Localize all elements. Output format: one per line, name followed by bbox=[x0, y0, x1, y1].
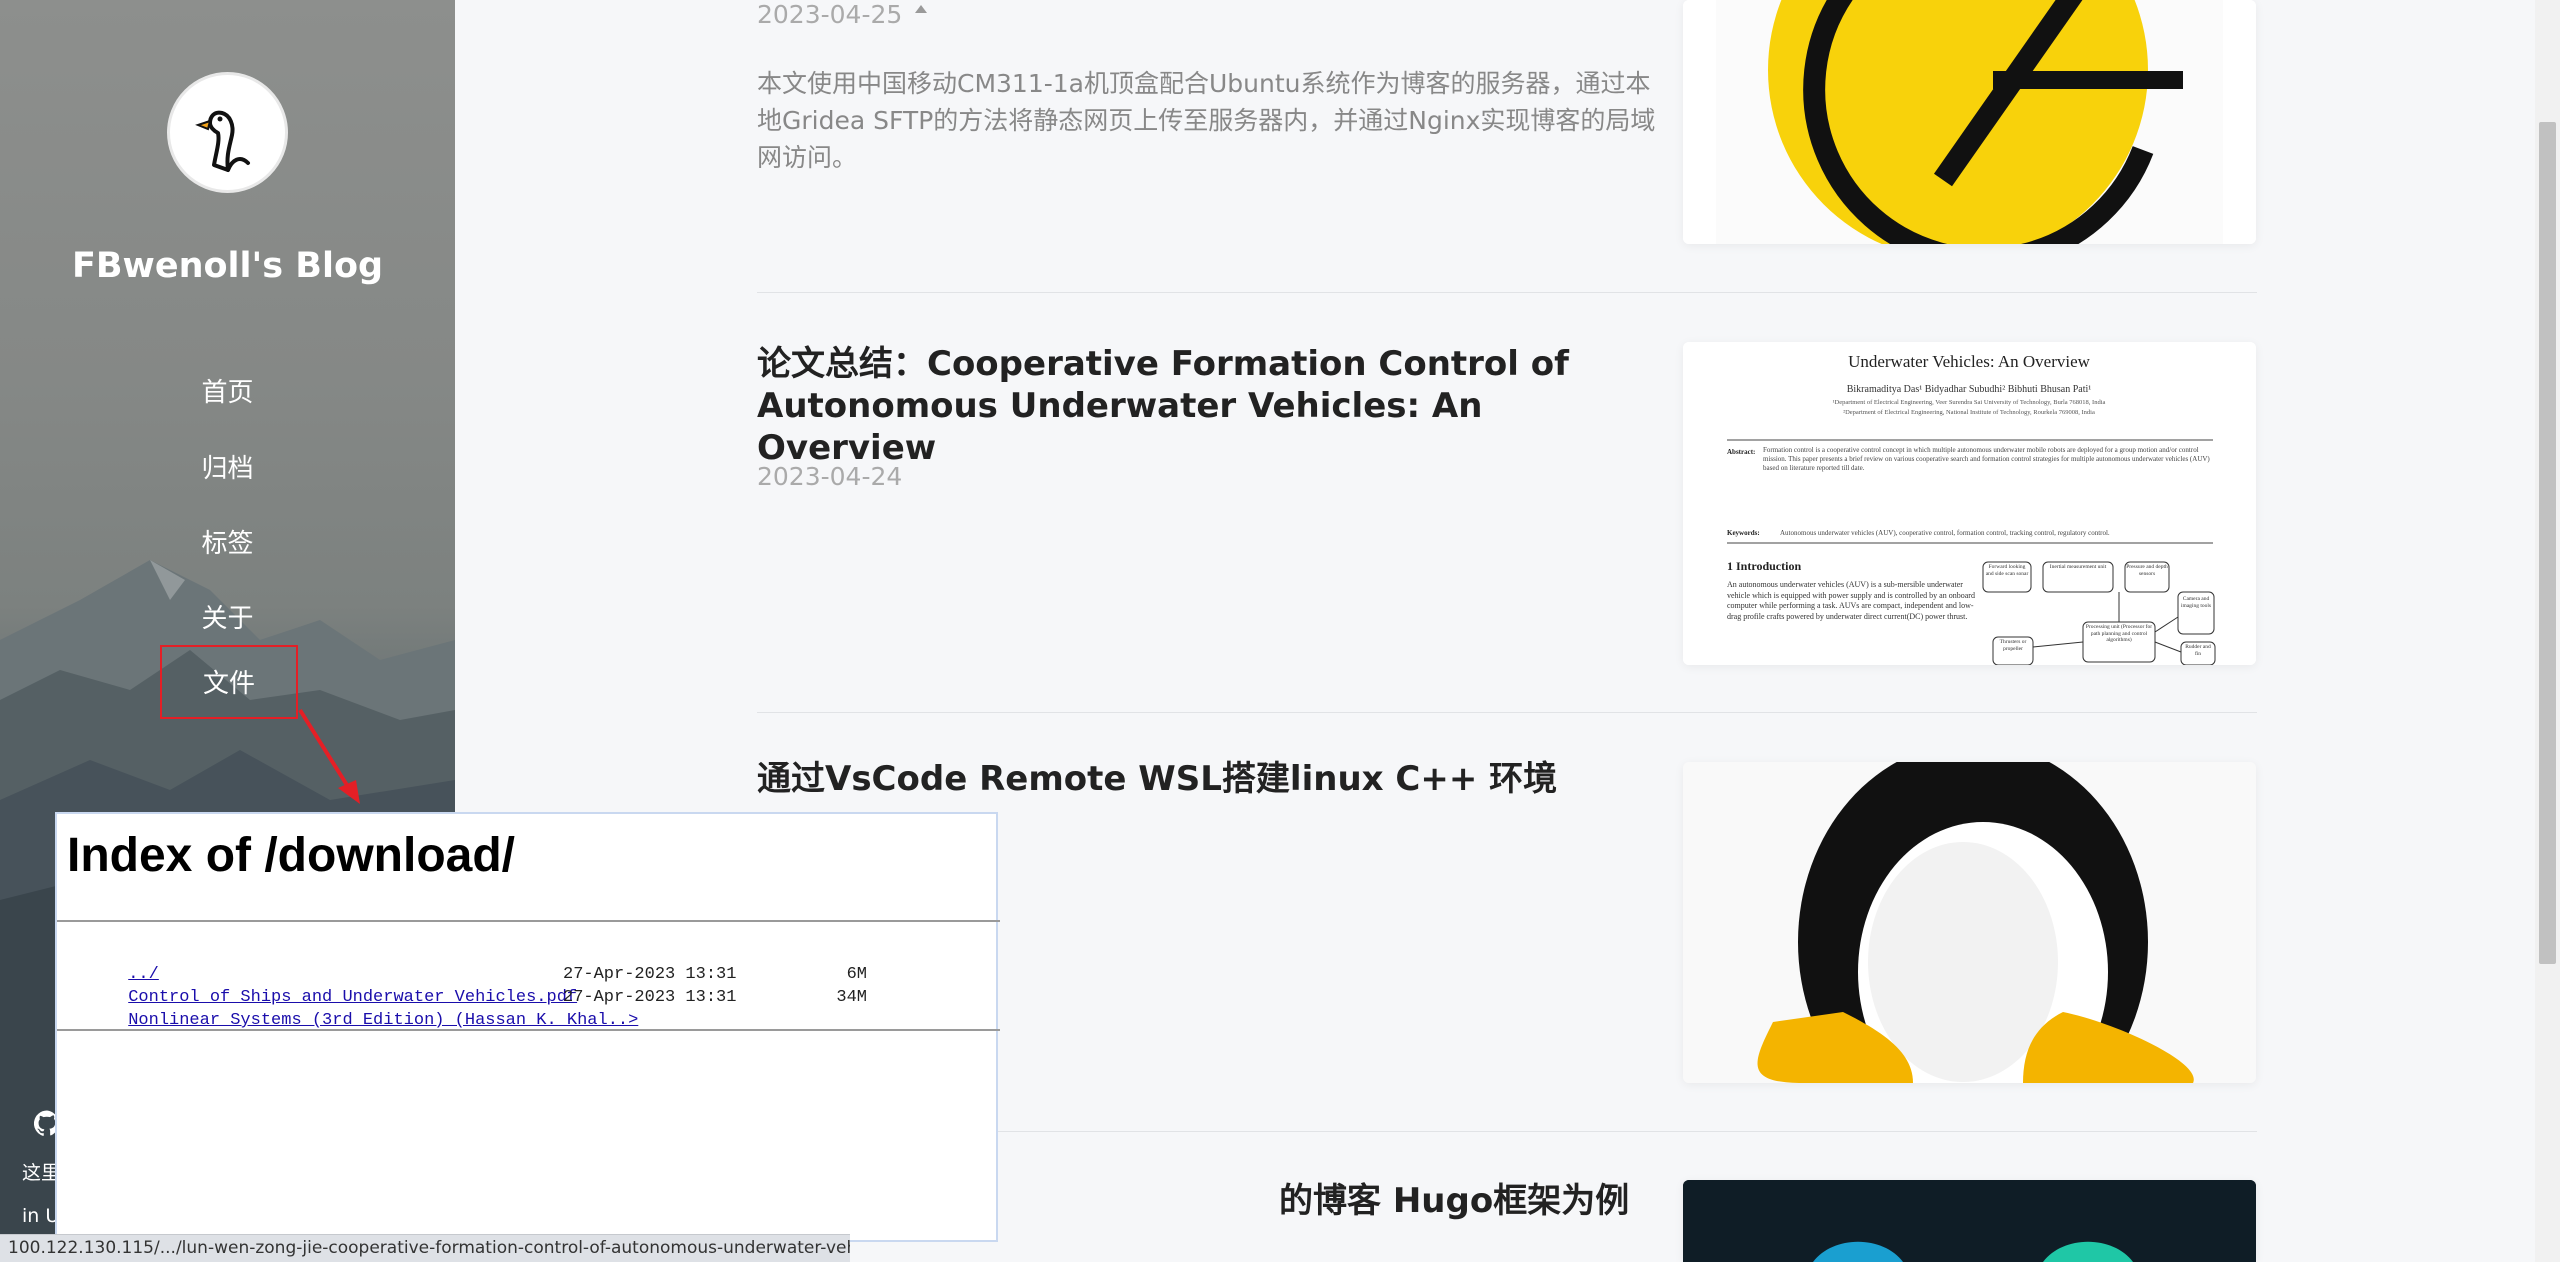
paper-keywords-label: Keywords: bbox=[1727, 529, 1760, 537]
index-heading: Index of /download/ bbox=[67, 829, 515, 882]
sidebar-footer-text-2: in U bbox=[22, 1205, 60, 1227]
nav-tags[interactable]: 标签 bbox=[0, 523, 455, 560]
post-thumbnail[interactable] bbox=[1683, 0, 2256, 244]
post-divider bbox=[757, 712, 2257, 713]
goose-avatar-icon bbox=[195, 110, 250, 172]
index-divider bbox=[57, 1029, 1000, 1031]
post-date: 2023-04-25 bbox=[757, 0, 903, 29]
paper-body: An autonomous underwater vehicles (AUV) … bbox=[1727, 580, 1975, 621]
nav-about[interactable]: 关于 bbox=[0, 598, 455, 635]
nav-files[interactable]: 文件 bbox=[160, 645, 298, 719]
diagram-box: Forward looking and side scan sonar bbox=[1985, 564, 2029, 577]
post-divider bbox=[757, 292, 2257, 293]
paper-authors: Bikramaditya Das¹ Bidyadhar Subudhi² Bib… bbox=[1847, 384, 2092, 395]
download-index-popup: Index of /download/ ../ Control of Ships… bbox=[55, 812, 1000, 1242]
post-thumbnail[interactable] bbox=[1683, 1180, 2256, 1262]
diagram-box: Pressure and depth sensors bbox=[2126, 564, 2168, 577]
nav-home[interactable]: 首页 bbox=[0, 372, 455, 409]
paper-thumbnail: Underwater Vehicles: An Overview Bikrama… bbox=[1683, 342, 2256, 665]
list-item: ../ bbox=[67, 940, 638, 984]
hugo-thumbnail bbox=[1683, 1180, 2256, 1262]
blog-title[interactable]: FBwenoll's Blog bbox=[0, 246, 455, 286]
file-size: 6M bbox=[846, 965, 867, 984]
avatar[interactable] bbox=[167, 72, 288, 193]
file-date: 27-Apr-2023 13:31 bbox=[563, 988, 737, 1007]
diagram-box: Inertial measurement unit bbox=[2049, 564, 2107, 570]
diagram-box: Processing unit (Processor for path plan… bbox=[2085, 624, 2153, 643]
nav-archive[interactable]: 归档 bbox=[0, 448, 455, 485]
paper-abstract-label: Abstract: bbox=[1727, 448, 1755, 456]
file-link[interactable]: Nonlinear Systems (3rd Edition) (Hassan … bbox=[128, 1011, 638, 1030]
index-divider bbox=[57, 920, 1000, 922]
file-size: 34M bbox=[836, 988, 867, 1007]
paper-affil-2: ²Department of Electrical Engineering, N… bbox=[1843, 409, 2095, 416]
annotation-arrow-icon bbox=[298, 708, 360, 804]
paper-keywords: Autonomous underwater vehicles (AUV), co… bbox=[1780, 529, 2110, 537]
post-title[interactable]: 通过VsCode Remote WSL搭建linux C++ 环境 bbox=[757, 758, 1637, 800]
paper-section: 1 Introduction bbox=[1727, 559, 1801, 573]
diagram-box: Rudder and fin bbox=[2185, 644, 2211, 657]
post-title[interactable]: 论文总结：Cooperative Formation Control of Au… bbox=[757, 343, 1637, 469]
paper-title: Underwater Vehicles: An Overview bbox=[1848, 352, 2091, 371]
list-item: Nonlinear Systems (3rd Edition) (Hassan … bbox=[67, 986, 867, 1030]
post-thumbnail[interactable] bbox=[1683, 762, 2256, 1083]
scrollbar-thumb[interactable] bbox=[2539, 122, 2556, 964]
page-scrollbar[interactable] bbox=[2535, 0, 2560, 1262]
diagram-box: Thrusters or propeller bbox=[1999, 639, 2027, 652]
list-item: Control of Ships and Underwater Vehicles… bbox=[67, 963, 867, 1007]
diagram-box: Camera and imaging tools bbox=[2180, 596, 2212, 609]
scroll-up-arrow-icon[interactable] bbox=[915, 5, 927, 13]
post-date: 2023-04-24 bbox=[757, 462, 903, 491]
tux-penguin-thumbnail bbox=[1683, 762, 2256, 1083]
browser-status-bar: 100.122.130.115/.../lun-wen-zong-jie-coo… bbox=[0, 1234, 850, 1262]
paper-abstract: Formation control is a cooperative contr… bbox=[1763, 446, 2210, 472]
paper-affil-1: ¹Department of Electrical Engineering, V… bbox=[1833, 399, 2106, 406]
file-date: 27-Apr-2023 13:31 bbox=[563, 965, 737, 984]
post-excerpt: 本文使用中国移动CM311-1a机顶盒配合Ubuntu系统作为博客的服务器，通过… bbox=[757, 69, 1656, 172]
post-thumbnail[interactable]: Underwater Vehicles: An Overview Bikrama… bbox=[1683, 342, 2256, 665]
file-listing: ../ Control of Ships and Underwater Vehi… bbox=[67, 940, 867, 1030]
yellow-logo-thumbnail bbox=[1683, 0, 2256, 244]
